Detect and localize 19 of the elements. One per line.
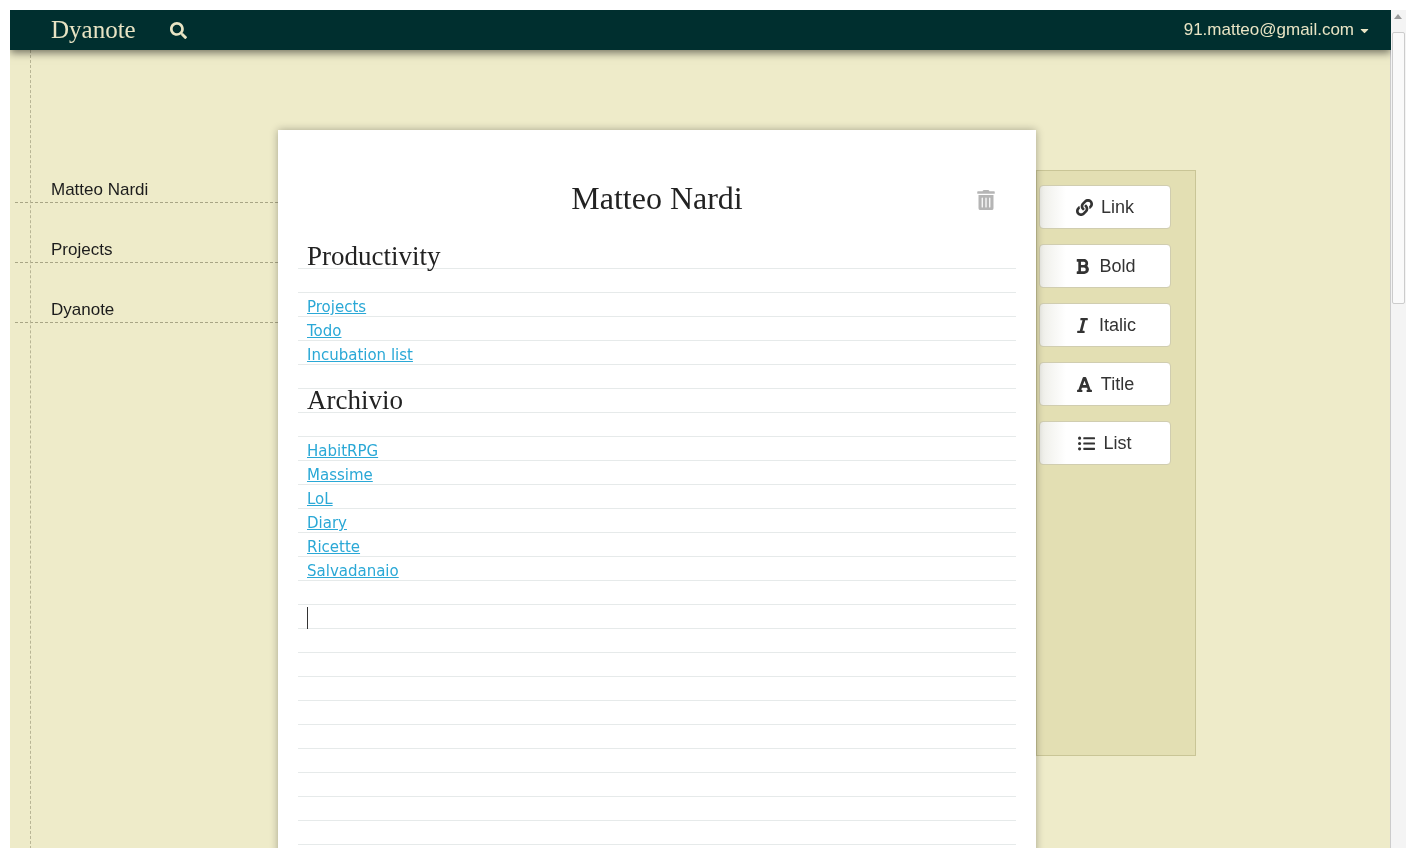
italic-button[interactable]: Italic xyxy=(1039,303,1171,347)
text-cursor xyxy=(307,607,308,629)
note-heading: Productivity xyxy=(307,243,441,270)
link-button[interactable]: Link xyxy=(1039,185,1171,229)
account-menu[interactable]: 91.matteo@gmail.com xyxy=(1183,20,1371,40)
list-button[interactable]: List xyxy=(1039,421,1171,465)
letter-a-icon xyxy=(1075,375,1093,393)
search-icon[interactable] xyxy=(169,21,187,39)
italic-letter-icon xyxy=(1074,316,1091,334)
bold-letter-icon xyxy=(1074,257,1092,275)
note-heading: Archivio xyxy=(307,387,403,414)
scrollbar[interactable] xyxy=(1390,10,1406,848)
note-title: Matteo Nardi xyxy=(571,180,743,218)
bold-button[interactable]: Bold xyxy=(1039,244,1171,288)
list-icon xyxy=(1078,434,1096,452)
trash-icon[interactable] xyxy=(976,190,996,210)
brand-logo[interactable]: Dyanote xyxy=(51,16,136,44)
chain-link-icon xyxy=(1076,198,1093,216)
title-button[interactable]: Title xyxy=(1039,362,1171,406)
